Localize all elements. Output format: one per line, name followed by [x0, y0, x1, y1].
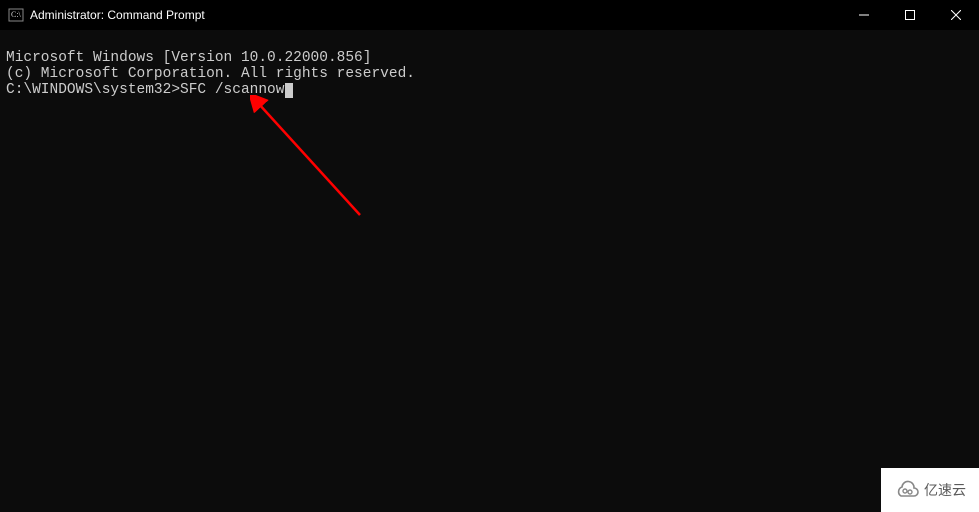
typed-command: SFC /scannow: [180, 82, 284, 98]
window-title: Administrator: Command Prompt: [30, 8, 841, 22]
close-button[interactable]: [933, 0, 979, 30]
svg-text:C:\: C:\: [11, 10, 22, 19]
cloud-icon: [894, 480, 920, 500]
titlebar[interactable]: C:\ Administrator: Command Prompt: [0, 0, 979, 30]
terminal-prompt-line: C:\WINDOWS\system32>SFC /scannow: [6, 82, 973, 98]
text-cursor: [285, 83, 293, 98]
terminal-line: Microsoft Windows [Version 10.0.22000.85…: [6, 50, 973, 66]
watermark: 亿速云: [881, 468, 979, 512]
terminal-line: (c) Microsoft Corporation. All rights re…: [6, 66, 973, 82]
terminal-output[interactable]: Microsoft Windows [Version 10.0.22000.85…: [0, 30, 979, 118]
watermark-text: 亿速云: [924, 480, 966, 500]
minimize-button[interactable]: [841, 0, 887, 30]
prompt-path: C:\WINDOWS\system32>: [6, 82, 180, 98]
window-controls: [841, 0, 979, 30]
maximize-button[interactable]: [887, 0, 933, 30]
cmd-icon: C:\: [8, 7, 24, 23]
